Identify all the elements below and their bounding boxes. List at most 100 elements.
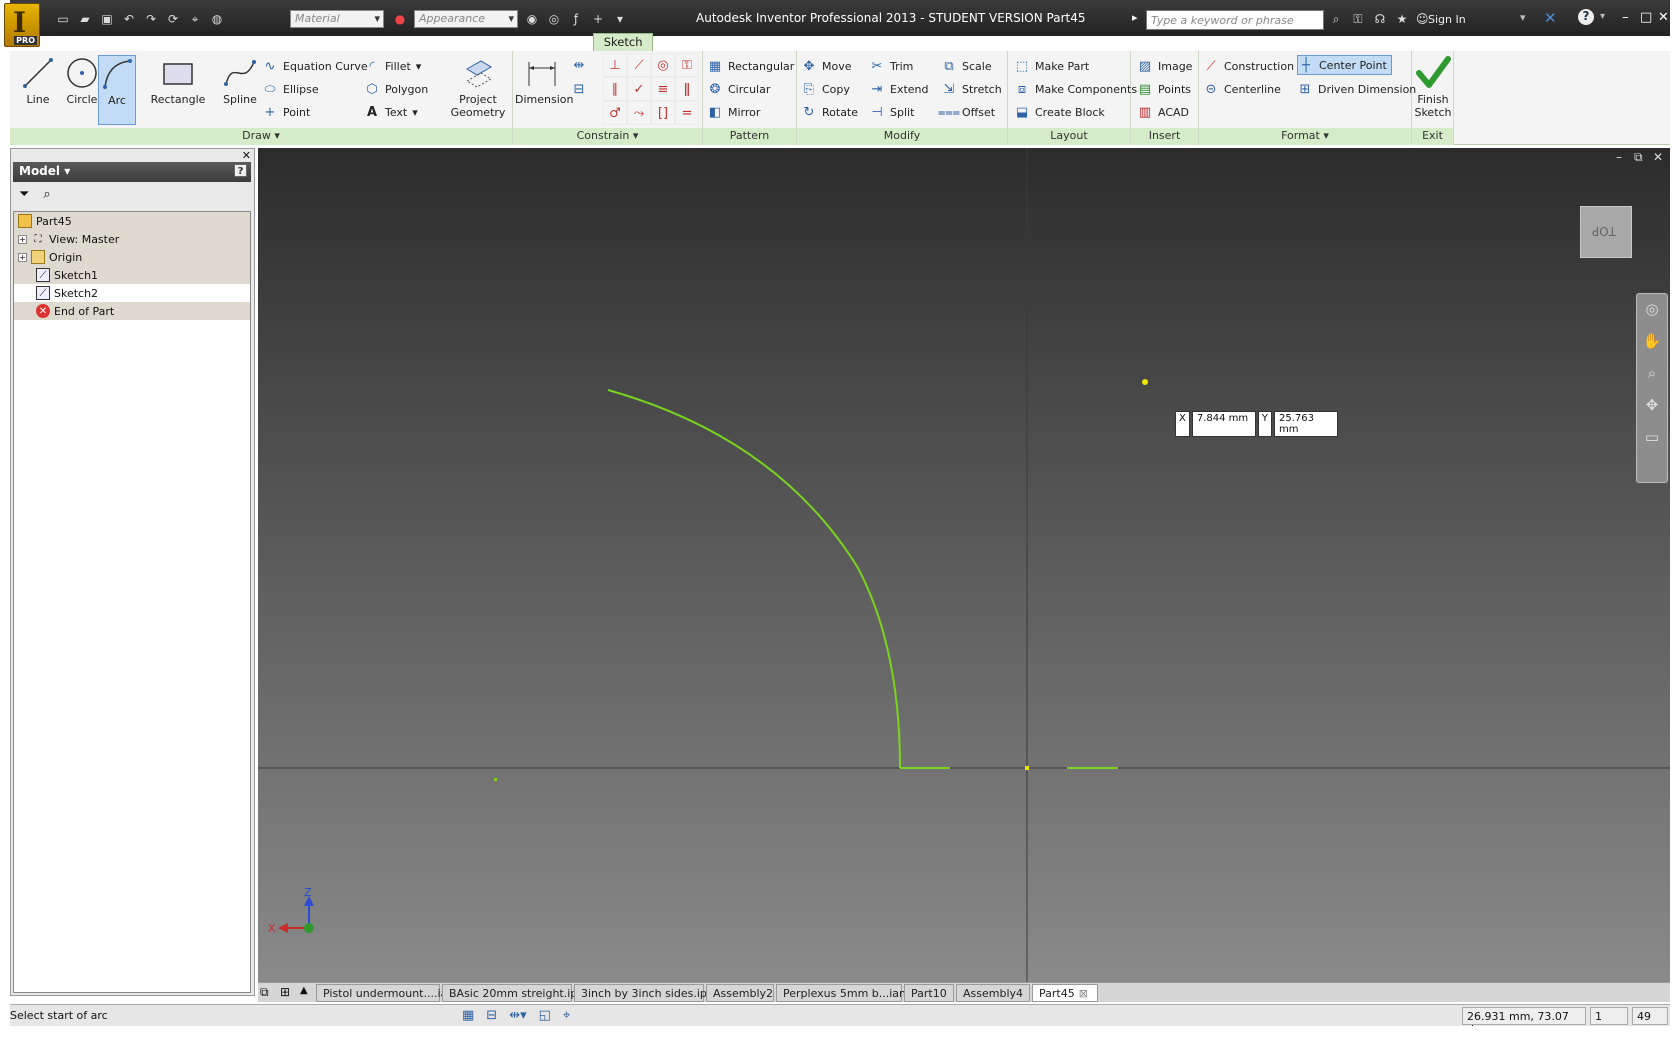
symmetric-constraint-icon[interactable]: [] [651,101,675,125]
adjust-icon[interactable]: ◎ [546,11,562,27]
scale-button[interactable]: ⧉ Scale [941,56,991,76]
key-icon[interactable]: ⚿ [1350,11,1366,27]
zoom-icon[interactable]: ⌕ [1637,364,1667,390]
format-panel-title[interactable]: Format ▾ [1199,128,1411,145]
viewport-restore-icon[interactable]: ⧉ [1634,150,1643,165]
make-components-button[interactable]: ⧈ Make Components [1014,79,1137,99]
rectangle-button[interactable]: Rectangle [146,55,210,106]
centerline-button[interactable]: ⊝ Centerline [1203,79,1281,99]
point-button[interactable]: + Point [262,102,311,122]
extend-button[interactable]: ⇥ Extend [869,79,929,99]
tree-node-end-of-part[interactable]: ✕ End of Part [14,302,250,320]
perpendicular-constraint-icon[interactable]: ⊥ [603,53,627,77]
color-override-icon[interactable]: ◍ [209,11,225,27]
insert-image-button[interactable]: ▨ Image [1137,56,1193,76]
sketch-point[interactable] [494,778,497,781]
arrange-windows-icon[interactable]: ⊞ [280,985,290,999]
finish-sketch-button[interactable]: Finish Sketch [1412,55,1454,119]
origin-point[interactable] [1025,766,1029,770]
spline-button[interactable]: Spline [214,55,266,106]
tab-3d-model[interactable]: 3D Model [52,33,126,51]
new-file-icon[interactable]: ▭ [55,11,71,27]
open-folder-icon[interactable]: ▰ [77,11,93,27]
tab-extra-dropdown[interactable]: ▭▾ [653,33,698,51]
update-icon[interactable]: ⟳ [165,11,181,27]
center-point-button[interactable]: ┼ Center Point [1297,55,1392,75]
vertical-constraint-icon[interactable]: ǁ [675,77,699,101]
project-geometry-button[interactable]: Project Geometry [446,55,510,119]
customize-dropdown-icon[interactable]: ▾ [612,11,628,27]
look-at-icon[interactable]: ▭ [1637,428,1667,454]
tree-node-sketch1[interactable]: ⟋ Sketch1 [14,266,250,284]
coincident-constraint-icon[interactable]: ✓ [627,77,651,101]
rotate-button[interactable]: ↻ Rotate [801,102,858,122]
sign-in-dropdown-icon[interactable]: ▾ [1520,11,1526,24]
circular-pattern-button[interactable]: ❂ Circular [707,79,771,99]
help-icon[interactable]: ? [1578,9,1594,25]
tree-node-view-master[interactable]: + ⛶ View: Master [14,230,250,248]
steering-wheel-icon[interactable]: ◎ [1637,300,1667,326]
collinear-constraint-icon[interactable]: ≡ [651,77,675,101]
pan-hand-icon[interactable]: ✋ [1637,332,1667,358]
sign-in-link[interactable]: Sign In [1428,13,1466,26]
construction-button[interactable]: ⟋ Construction [1203,56,1294,76]
driven-dimension-button[interactable]: ⊞ Driven Dimension [1297,79,1417,99]
fx-icon[interactable]: ƒ [568,11,584,27]
create-block-button[interactable]: ⬓ Create Block [1014,102,1105,122]
viewport-minimize-icon[interactable]: – [1616,150,1622,164]
tab-online[interactable]: Online [536,33,593,51]
tab-manage[interactable]: Manage [237,33,303,51]
coord-y-input[interactable]: 25.763 mm [1273,411,1338,437]
orbit-icon[interactable]: ✥ [1637,396,1667,422]
coord-x-input[interactable]: 7.844 mm [1191,411,1256,437]
expand-icon[interactable]: + [18,234,27,244]
tree-node-part[interactable]: Part45 [14,212,250,230]
search-input[interactable]: Type a keyword or phrase [1146,10,1324,30]
help-dropdown-icon[interactable]: ▾ [1600,11,1605,22]
dof-dropdown-icon[interactable]: ⇹▾ [509,1008,526,1023]
show-dof-icon[interactable]: ◱ [539,1008,551,1023]
smooth-constraint-icon[interactable]: ♂ [603,101,627,125]
tab-tools[interactable]: Tools [188,33,236,51]
snap-icon[interactable]: ⌖ [563,1008,570,1023]
doc-tab[interactable]: Assembly2 [706,984,774,1002]
search-expand-icon[interactable]: ▸ [1132,11,1138,24]
clear-appearance-icon[interactable]: ◉ [524,11,540,27]
find-binoculars-icon[interactable]: ⌕ [43,187,50,202]
doc-tab[interactable]: Part10 [904,984,954,1002]
binoculars-icon[interactable]: ⌕ [1328,11,1344,27]
tree-node-origin[interactable]: + Origin [14,248,250,266]
undo-icon[interactable]: ↶ [121,11,137,27]
sketch-grid-icon[interactable]: ▦ [462,1008,474,1023]
parallel-constraint-icon[interactable]: ∥ [603,77,627,101]
tab-view[interactable]: View [302,33,349,51]
horizontal-constraint-icon[interactable]: ⤳ [627,101,651,125]
browser-close-icon[interactable]: ✕ [242,149,251,162]
move-button[interactable]: ✥ Move [801,56,852,76]
fillet-button[interactable]: ◜ Fillet ▾ [364,56,421,76]
close-tab-icon[interactable]: ⊠ [1079,987,1088,1000]
maximize-icon[interactable]: □ [1640,10,1652,25]
application-menu-button[interactable]: I PRO [4,3,40,47]
tab-inspect[interactable]: Inspect [126,33,188,51]
concentric-constraint-icon[interactable]: ◎ [651,53,675,77]
tangent-constraint-icon[interactable]: ⟋ [627,53,651,77]
filter-icon[interactable]: ⏷ [19,187,29,202]
doc-tab[interactable]: 3inch by 3inch sides.ipt [574,984,711,1002]
copy-button[interactable]: ⎘ Copy [801,79,850,99]
doc-tab-active[interactable]: Part45 ⊠ [1032,984,1098,1002]
minimize-icon[interactable]: – [1622,10,1629,25]
constraint-settings-button[interactable]: ⊟ [571,79,587,99]
constrain-panel-title[interactable]: Constrain ▾ [513,128,702,145]
tab-get-started[interactable]: Get Started [449,33,536,51]
browser-header[interactable]: Model ▾ ? [13,162,251,182]
communication-icon[interactable]: ☊ [1372,11,1388,27]
save-icon[interactable]: ▣ [99,11,115,27]
tab-sketch[interactable]: Sketch [592,33,654,51]
ellipse-button[interactable]: ⬭ Ellipse [262,79,318,99]
tile-windows-icon[interactable]: ⧉ [260,985,269,1000]
exchange-icon[interactable]: ✕ [1544,9,1557,27]
graphics-viewport[interactable]: Z X – ⧉ ✕ TOP ◎ ✋ ⌕ ✥ ▭ X 7.844 mm Y 25.… [258,148,1670,982]
insert-points-button[interactable]: ▤ Points [1137,79,1191,99]
tab-scroll-up-icon[interactable]: ▲ [300,985,308,996]
